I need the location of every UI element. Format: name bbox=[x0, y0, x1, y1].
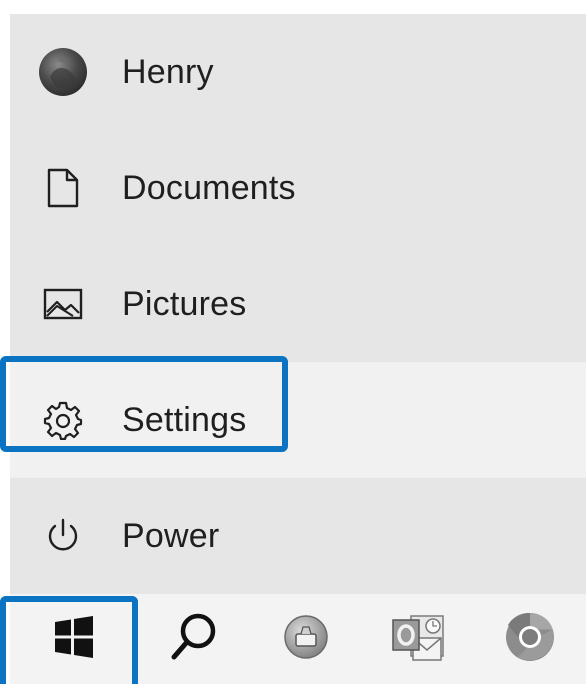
start-menu-item-documents[interactable]: Documents bbox=[10, 130, 586, 246]
outlook-app-icon bbox=[389, 608, 447, 671]
start-menu-user[interactable]: Henry bbox=[10, 14, 586, 130]
power-icon bbox=[36, 509, 90, 563]
screen: Henry Documents Pictures Settings Power bbox=[0, 0, 586, 684]
user-name-label: Henry bbox=[122, 52, 214, 91]
picture-icon bbox=[36, 277, 90, 331]
start-menu-item-label: Settings bbox=[122, 400, 247, 439]
taskbar-app-chrome[interactable] bbox=[474, 594, 586, 684]
windows-logo-icon bbox=[53, 615, 95, 663]
start-menu-item-pictures[interactable]: Pictures bbox=[10, 246, 586, 362]
start-menu-item-label: Pictures bbox=[122, 284, 247, 323]
document-icon bbox=[36, 161, 90, 215]
taskbar-app-outlook[interactable] bbox=[362, 594, 474, 684]
gear-icon bbox=[36, 393, 90, 447]
taskbar bbox=[10, 594, 586, 684]
start-button[interactable] bbox=[10, 594, 138, 684]
search-button[interactable] bbox=[138, 594, 250, 684]
user-avatar-icon bbox=[36, 45, 90, 99]
start-menu-item-power[interactable]: Power bbox=[10, 478, 586, 594]
start-menu-item-settings[interactable]: Settings bbox=[10, 362, 586, 478]
start-menu-item-label: Power bbox=[122, 516, 220, 555]
taskbar-app-disk-cleanup[interactable] bbox=[250, 594, 362, 684]
start-menu: Henry Documents Pictures Settings Power bbox=[10, 14, 586, 594]
chrome-app-icon bbox=[504, 611, 556, 668]
start-menu-item-label: Documents bbox=[122, 168, 296, 207]
disk-cleanup-app-icon bbox=[283, 614, 329, 665]
search-icon bbox=[166, 609, 222, 670]
